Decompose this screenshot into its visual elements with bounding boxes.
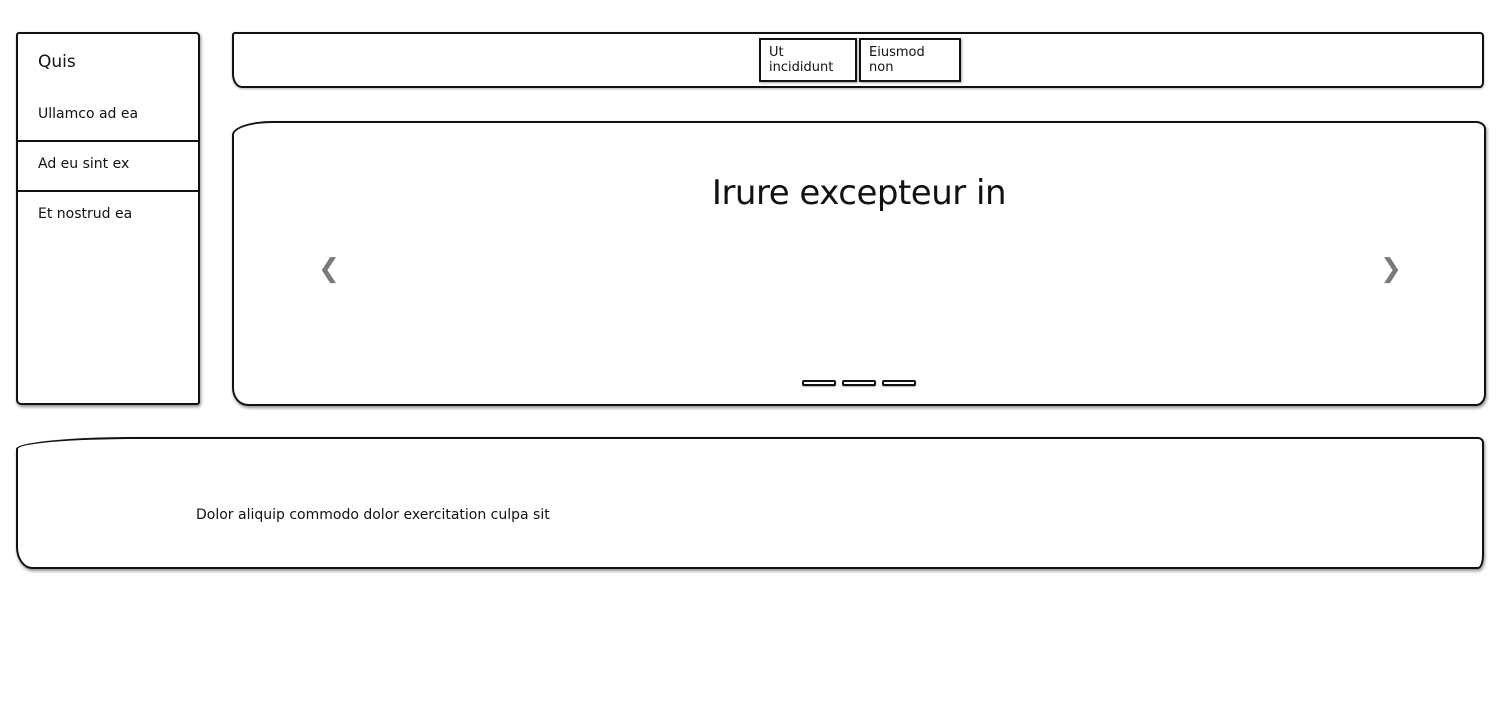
sidebar-item-ullamco[interactable]: Ullamco ad ea xyxy=(18,92,198,142)
sidebar-item-ad-eu[interactable]: Ad eu sint ex xyxy=(18,142,198,192)
sidebar-item-et-nostrud[interactable]: Et nostrud ea xyxy=(18,192,198,242)
ut-incididunt-button[interactable]: Ut incididunt xyxy=(759,38,857,82)
carousel-indicator-1[interactable] xyxy=(802,380,836,386)
eiusmod-non-button[interactable]: Eiusmod non xyxy=(859,38,961,82)
top-button-bar: Ut incididunt Eiusmod non xyxy=(232,32,1484,88)
carousel-indicators xyxy=(802,380,922,386)
panel-text: Dolor aliquip commodo dolor exercitation… xyxy=(196,507,550,523)
carousel: Irure excepteur in ❮ ❯ xyxy=(232,121,1486,406)
chevron-right-icon[interactable]: ❯ xyxy=(1376,249,1406,289)
text-panel: Dolor aliquip commodo dolor exercitation… xyxy=(16,437,1484,569)
carousel-indicator-2[interactable] xyxy=(842,380,876,386)
sidebar: Quis Ullamco ad ea Ad eu sint ex Et nost… xyxy=(16,32,200,405)
button-group: Ut incididunt Eiusmod non xyxy=(759,38,961,82)
carousel-heading: Irure excepteur in xyxy=(711,173,1007,213)
carousel-indicator-3[interactable] xyxy=(882,380,916,386)
sidebar-title: Quis xyxy=(38,52,76,72)
chevron-left-icon[interactable]: ❮ xyxy=(314,249,344,289)
